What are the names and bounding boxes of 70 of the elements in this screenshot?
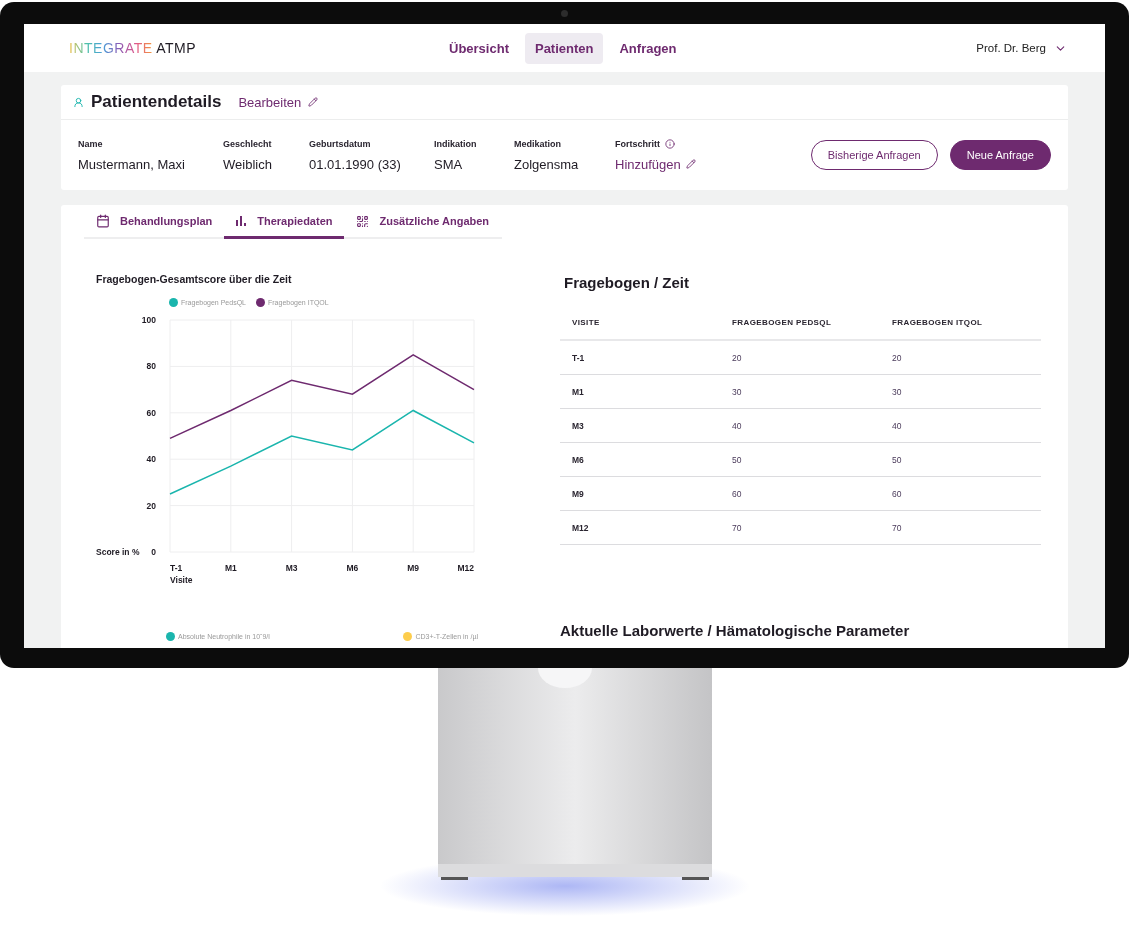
info-icon[interactable] xyxy=(665,138,675,149)
x-tick-label: M3 xyxy=(285,563,298,573)
table-cell: 70 xyxy=(720,510,880,545)
field-label: Name xyxy=(78,138,103,149)
x-tick-label: M12 xyxy=(457,563,474,573)
card-title: Patientendetails xyxy=(91,92,222,112)
table-cell: 20 xyxy=(720,340,880,375)
table-cell: T-1 xyxy=(560,340,720,375)
section-title: Fragebogen / Zeit xyxy=(564,274,690,291)
edit-link[interactable]: Bearbeiten xyxy=(238,94,302,110)
add-link[interactable]: Hinzufügen xyxy=(615,156,681,172)
table-cell: 60 xyxy=(720,476,880,511)
x-axis-title: Visite xyxy=(170,575,193,585)
field-value: Weiblich xyxy=(223,156,273,172)
table-cell: M6 xyxy=(560,442,720,477)
column-header: FRAGEBOGEN PEDSQL xyxy=(720,318,880,340)
table-cell: M1 xyxy=(560,374,720,409)
x-tick-label: T-1 xyxy=(170,563,183,573)
history-button[interactable]: Bisherige Anfragen xyxy=(810,140,938,170)
table-cell: 30 xyxy=(720,374,880,409)
field-label: Medikation xyxy=(514,138,561,149)
table-cell: 50 xyxy=(720,442,880,477)
calendar-icon xyxy=(96,214,110,228)
tab[interactable]: Behandlungsplan xyxy=(84,205,225,239)
table-cell: 30 xyxy=(880,374,1041,409)
section-title: Aktuelle Laborwerte / Hämatologische Parameter xyxy=(560,622,911,639)
y-tick-label: 0 xyxy=(151,547,156,557)
pencil-icon[interactable] xyxy=(685,159,696,169)
table-cell: 70 xyxy=(880,510,1041,545)
field-value: SMA xyxy=(434,156,464,172)
table-cell: 40 xyxy=(880,408,1041,443)
chart-title: Fragebogen-Gesamtscore über die Zeit xyxy=(96,273,293,285)
field-label: Geburtsdatum xyxy=(309,138,371,149)
field-label: Indikation xyxy=(434,138,477,149)
field-value: Mustermann, Maxi xyxy=(78,156,186,172)
person-icon xyxy=(73,96,84,108)
tab[interactable]: Zusätzliche Angaben xyxy=(344,205,502,239)
table-cell: 40 xyxy=(720,408,880,443)
camera-icon xyxy=(561,10,568,17)
y-tick-label: 60 xyxy=(146,407,156,418)
table-cell: 50 xyxy=(880,442,1041,477)
field-label: Fortschritt xyxy=(615,138,660,149)
nav-item[interactable]: Anfragen xyxy=(609,32,687,64)
x-tick-label: M9 xyxy=(407,563,420,573)
y-axis-title: Score in % xyxy=(96,547,140,557)
pencil-icon[interactable] xyxy=(308,97,319,107)
x-tick-label: M6 xyxy=(346,563,359,573)
user-menu[interactable]: Prof. Dr. Berg xyxy=(976,41,1067,55)
x-tick-label: M1 xyxy=(224,563,237,573)
nav-item[interactable]: Patienten xyxy=(524,32,604,64)
bar-chart-icon xyxy=(236,216,248,226)
table-cell: M9 xyxy=(560,476,720,511)
logo[interactable]: INTEGRATE ATMP xyxy=(69,40,439,56)
y-tick-label: 20 xyxy=(146,500,156,511)
table-cell: 60 xyxy=(880,476,1041,511)
column-header: VISITE xyxy=(560,318,720,340)
y-tick-label: 40 xyxy=(146,454,156,465)
new-request-button[interactable]: Neue Anfrage xyxy=(949,140,1051,170)
qr-code-icon xyxy=(356,214,370,228)
field-value: Zolgensma xyxy=(514,156,580,172)
field-label: Geschlecht xyxy=(223,138,272,149)
tab[interactable]: Therapiedaten xyxy=(224,205,345,239)
field-value: 01.01.1990 (33) xyxy=(309,156,402,172)
table-cell: M12 xyxy=(560,510,720,545)
y-tick-label: 80 xyxy=(146,361,156,372)
table-cell: M3 xyxy=(560,408,720,443)
nav-item[interactable]: Übersicht xyxy=(439,32,519,64)
table-cell: 20 xyxy=(880,340,1041,375)
y-tick-label: 100 xyxy=(141,315,156,325)
column-header: FRAGEBOGEN ITQOL xyxy=(880,318,1041,340)
